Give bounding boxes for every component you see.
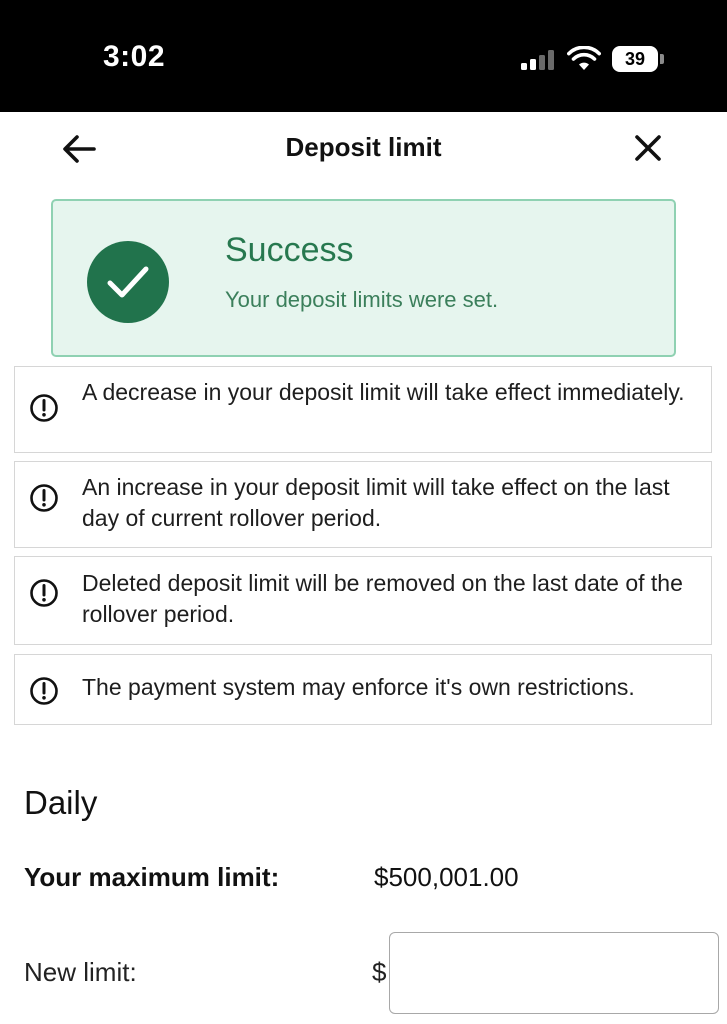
cellular-signal-icon [521, 50, 557, 70]
notice-text: A decrease in your deposit limit will ta… [82, 379, 685, 405]
success-title: Success [225, 231, 354, 269]
close-icon [635, 135, 661, 161]
exclamation-circle-icon [30, 484, 58, 512]
close-button[interactable] [628, 128, 668, 168]
notice-text: Deleted deposit limit will be removed on… [82, 570, 683, 627]
section-title-daily: Daily [24, 784, 98, 821]
page-title: Deposit limit [285, 132, 442, 162]
notice-deleted: Deleted deposit limit will be removed on… [14, 556, 712, 645]
notice-payment-system: The payment system may enforce it's own … [14, 654, 712, 725]
notice-text: The payment system may enforce it's own … [82, 674, 635, 700]
success-banner: Success Your deposit limits were set. [51, 199, 676, 357]
exclamation-circle-icon [30, 394, 58, 422]
new-limit-input[interactable] [389, 932, 719, 1014]
battery-level: 39 [612, 46, 658, 72]
status-time: 3:02 [103, 40, 166, 73]
exclamation-circle-icon [30, 579, 58, 607]
success-message: Your deposit limits were set. [225, 287, 499, 312]
notice-increase: An increase in your deposit limit will t… [14, 461, 712, 548]
max-limit-label: Your maximum limit: [24, 862, 280, 892]
wifi-icon [567, 45, 601, 72]
battery-icon: 39 [612, 46, 664, 72]
exclamation-circle-icon [30, 677, 58, 705]
currency-symbol: $ [372, 957, 387, 987]
header-bar: Deposit limit [0, 112, 727, 186]
max-limit-value: $500,001.00 [374, 862, 519, 892]
check-circle-icon [87, 241, 169, 323]
notice-text: An increase in your deposit limit will t… [82, 474, 670, 531]
status-bar: 3:02 39 [0, 0, 727, 112]
battery-cap [660, 54, 664, 64]
new-limit-label: New limit: [24, 957, 137, 987]
notice-decrease: A decrease in your deposit limit will ta… [14, 366, 712, 453]
